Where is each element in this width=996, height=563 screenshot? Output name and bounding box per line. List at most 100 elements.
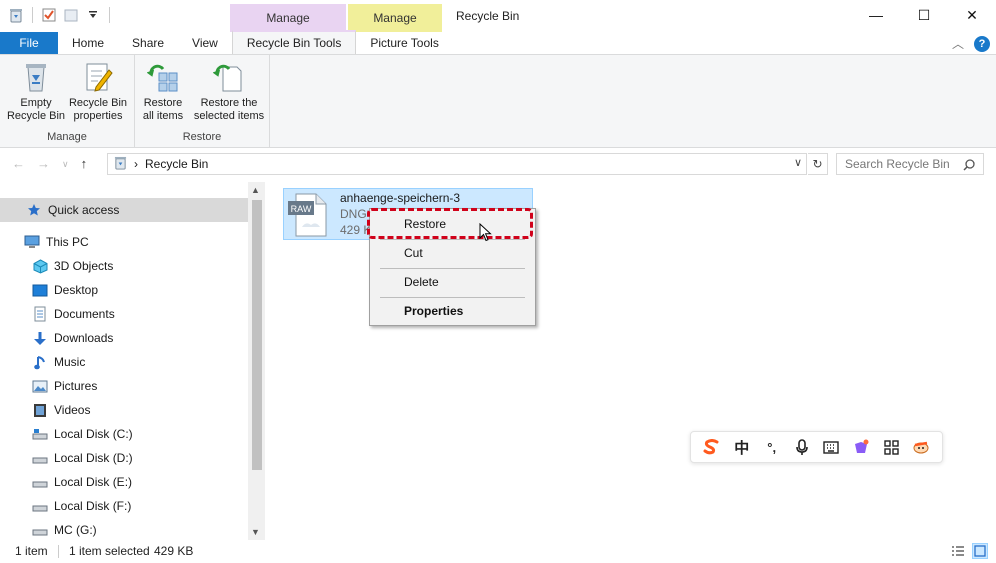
raw-badge: RAW bbox=[291, 204, 312, 214]
recycle-bin-icon[interactable] bbox=[8, 7, 24, 23]
ribbon: Empty Recycle Bin Recycle Bin properties… bbox=[0, 54, 996, 148]
window-title: Recycle Bin bbox=[456, 9, 520, 23]
restore-all-label-2: all items bbox=[142, 110, 184, 122]
punctuation-mode-button[interactable]: °, bbox=[762, 437, 782, 457]
ribbon-group-manage: Empty Recycle Bin Recycle Bin properties… bbox=[0, 55, 135, 147]
computer-icon bbox=[24, 234, 40, 250]
sidebar-item-local-disk-e[interactable]: Local Disk (E:) bbox=[0, 470, 248, 494]
sidebar-label: Downloads bbox=[54, 331, 114, 345]
sidebar-label: Local Disk (F:) bbox=[54, 499, 132, 513]
sidebar-label: Local Disk (D:) bbox=[54, 451, 133, 465]
empty-recycle-bin-label-2: Recycle Bin bbox=[6, 110, 66, 122]
sidebar-item-desktop[interactable]: Desktop bbox=[0, 278, 248, 302]
status-divider bbox=[58, 545, 59, 558]
large-icons-view-icon[interactable] bbox=[972, 543, 988, 559]
selection-info: 1 item selected bbox=[69, 544, 150, 558]
menu-separator bbox=[380, 268, 525, 269]
restore-selected-label-1: Restore the bbox=[200, 97, 258, 109]
close-button[interactable]: ✕ bbox=[948, 0, 996, 30]
sidebar-item-3d-objects[interactable]: 3D Objects bbox=[0, 254, 248, 278]
sidebar-item-this-pc[interactable]: This PC bbox=[0, 230, 248, 254]
search-icon bbox=[963, 157, 975, 177]
recycle-bin-properties-button[interactable]: Recycle Bin properties bbox=[66, 61, 130, 123]
restore-all-label-1: Restore bbox=[143, 97, 183, 109]
sidebar-label: Music bbox=[54, 355, 86, 369]
selection-size: 429 KB bbox=[154, 544, 194, 558]
scroll-down-icon[interactable]: ▼ bbox=[251, 527, 260, 537]
quick-access-toolbar bbox=[8, 7, 112, 23]
recent-dropdown-icon[interactable]: ∨ bbox=[62, 156, 69, 172]
toolbox-grid-icon[interactable] bbox=[881, 437, 901, 457]
sidebar-item-local-disk-f[interactable]: Local Disk (F:) bbox=[0, 494, 248, 518]
chinese-mode-button[interactable]: 中 bbox=[732, 437, 752, 457]
sidebar-label: Desktop bbox=[54, 283, 99, 297]
restore-selected-items-button[interactable]: Restore the selected items bbox=[189, 61, 269, 123]
navigation-bar: ← → ∨ ↑ › Recycle Bin ∨ ↻ Search Recycle… bbox=[0, 148, 996, 180]
scrollbar-thumb[interactable] bbox=[252, 200, 262, 470]
sidebar-item-videos[interactable]: Videos bbox=[0, 398, 248, 422]
menu-item-properties[interactable]: Properties bbox=[370, 300, 535, 322]
sidebar-label: This PC bbox=[46, 235, 89, 249]
up-arrow-icon[interactable]: ↑ bbox=[81, 156, 88, 172]
sidebar-label: Local Disk (E:) bbox=[54, 475, 133, 489]
documents-icon bbox=[32, 306, 48, 322]
sidebar-item-documents[interactable]: Documents bbox=[0, 302, 248, 326]
scroll-up-icon[interactable]: ▲ bbox=[251, 185, 260, 195]
menu-item-cut[interactable]: Cut bbox=[370, 242, 535, 264]
address-bar[interactable]: › Recycle Bin ∨ bbox=[107, 153, 807, 175]
context-group-manage-picture: Manage bbox=[348, 4, 442, 32]
tab-file[interactable]: File bbox=[0, 32, 58, 54]
sogou-logo-icon[interactable] bbox=[702, 437, 722, 457]
sidebar-item-quick-access[interactable]: Quick access bbox=[0, 198, 248, 222]
maximize-button[interactable]: ☐ bbox=[900, 0, 948, 30]
new-folder-icon[interactable] bbox=[63, 7, 79, 23]
cube-icon bbox=[32, 258, 48, 274]
item-count: 1 item bbox=[15, 544, 48, 558]
tab-home[interactable]: Home bbox=[58, 32, 118, 54]
tab-share[interactable]: Share bbox=[118, 32, 178, 54]
sidebar-item-local-disk-c[interactable]: Local Disk (C:) bbox=[0, 422, 248, 446]
ribbon-group-label-manage: Manage bbox=[47, 131, 87, 143]
search-input[interactable]: Search Recycle Bin bbox=[836, 153, 984, 175]
restore-all-items-button[interactable]: Restore all items bbox=[139, 61, 187, 123]
breadcrumb-recycle-bin[interactable]: Recycle Bin bbox=[145, 157, 208, 171]
tab-recycle-bin-tools[interactable]: Recycle Bin Tools bbox=[231, 30, 357, 54]
properties-check-icon[interactable] bbox=[41, 7, 57, 23]
download-icon bbox=[32, 330, 48, 346]
sidebar-item-pictures[interactable]: Pictures bbox=[0, 374, 248, 398]
pictures-icon bbox=[32, 378, 48, 394]
tab-picture-tools[interactable]: Picture Tools bbox=[356, 32, 453, 54]
refresh-button[interactable]: ↻ bbox=[808, 153, 828, 175]
keyboard-icon[interactable] bbox=[821, 437, 841, 457]
view-switcher bbox=[950, 543, 988, 559]
minimize-button[interactable]: — bbox=[852, 0, 900, 30]
drive-icon bbox=[32, 426, 48, 442]
raw-file-icon: RAW bbox=[288, 193, 328, 237]
recycle-bin-small-icon bbox=[114, 156, 127, 173]
skin-icon[interactable] bbox=[851, 437, 871, 457]
forward-arrow-icon[interactable]: → bbox=[37, 156, 50, 172]
sidebar-scrollbar[interactable]: ▲ ▼ bbox=[248, 182, 265, 540]
microphone-icon[interactable] bbox=[792, 437, 812, 457]
sidebar-item-mc-g[interactable]: MC (G:) bbox=[0, 518, 248, 540]
mouse-cursor-icon bbox=[479, 222, 492, 245]
menu-item-delete[interactable]: Delete bbox=[370, 271, 535, 293]
tab-view[interactable]: View bbox=[178, 32, 232, 54]
drive-icon bbox=[32, 450, 48, 466]
back-arrow-icon[interactable]: ← bbox=[12, 156, 25, 172]
sidebar-item-downloads[interactable]: Downloads bbox=[0, 326, 248, 350]
sidebar-item-music[interactable]: Music bbox=[0, 350, 248, 374]
star-icon bbox=[26, 202, 42, 218]
mascot-icon[interactable] bbox=[911, 437, 931, 457]
sidebar-label: 3D Objects bbox=[54, 259, 114, 273]
sidebar-label: Local Disk (C:) bbox=[54, 427, 133, 441]
sidebar-item-local-disk-d[interactable]: Local Disk (D:) bbox=[0, 446, 248, 470]
empty-recycle-bin-button[interactable]: Empty Recycle Bin bbox=[6, 61, 66, 123]
address-dropdown-icon[interactable]: ∨ bbox=[794, 156, 802, 169]
customize-dropdown-icon[interactable] bbox=[85, 7, 101, 23]
collapse-ribbon-icon[interactable]: ︿ bbox=[952, 35, 964, 52]
details-view-icon[interactable] bbox=[950, 543, 966, 559]
ribbon-tabs: File Home Share View Recycle Bin Tools P… bbox=[0, 30, 996, 54]
music-icon bbox=[32, 354, 48, 370]
help-icon[interactable]: ? bbox=[974, 35, 990, 52]
